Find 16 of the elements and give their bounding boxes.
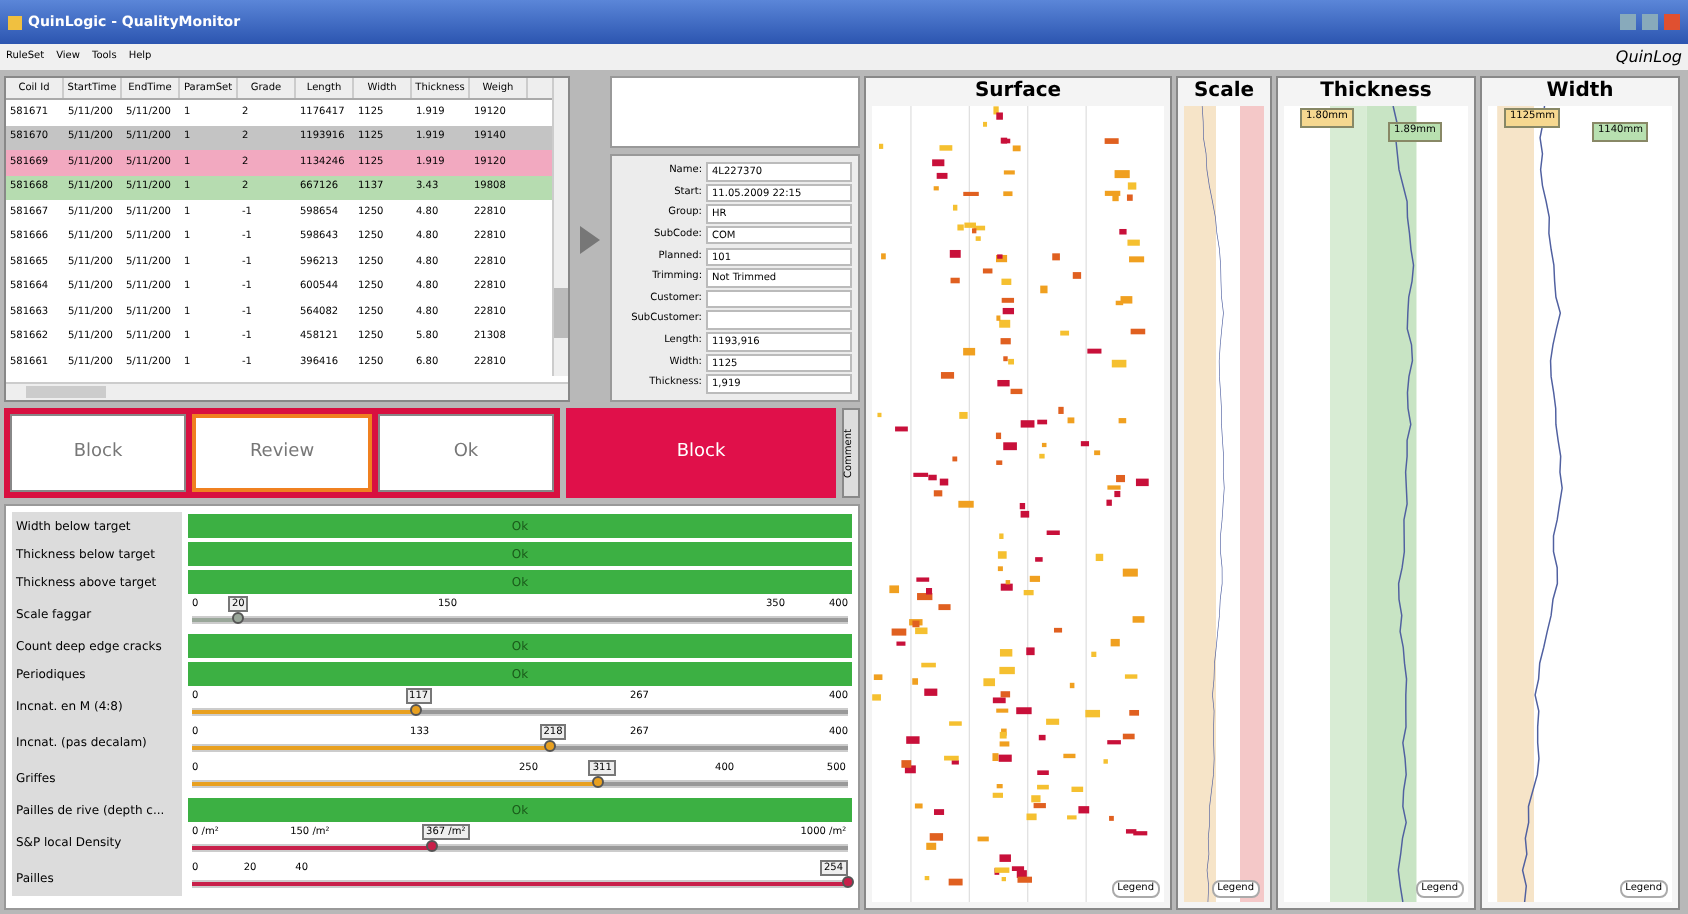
decision-button[interactable]: Ok (378, 414, 554, 492)
decision-button[interactable]: Block (10, 414, 186, 492)
decision-button[interactable]: Review (192, 414, 372, 492)
app-icon (8, 15, 22, 29)
vertical-scrollbar[interactable] (552, 78, 568, 375)
chart-title: Surface (972, 78, 1064, 106)
chart-title: Width (1544, 78, 1616, 106)
minimize-button[interactable] (1620, 14, 1636, 30)
close-button[interactable] (1664, 14, 1680, 30)
maximize-button[interactable] (1642, 14, 1658, 30)
horizontal-scrollbar[interactable] (6, 382, 568, 400)
chart-title: Thickness (1318, 78, 1434, 106)
brand-logo: QuinLog (1615, 45, 1682, 69)
chart-title: Scale (1191, 78, 1257, 106)
arrow-right-icon[interactable] (580, 225, 600, 253)
result-badge: Block (566, 408, 836, 498)
